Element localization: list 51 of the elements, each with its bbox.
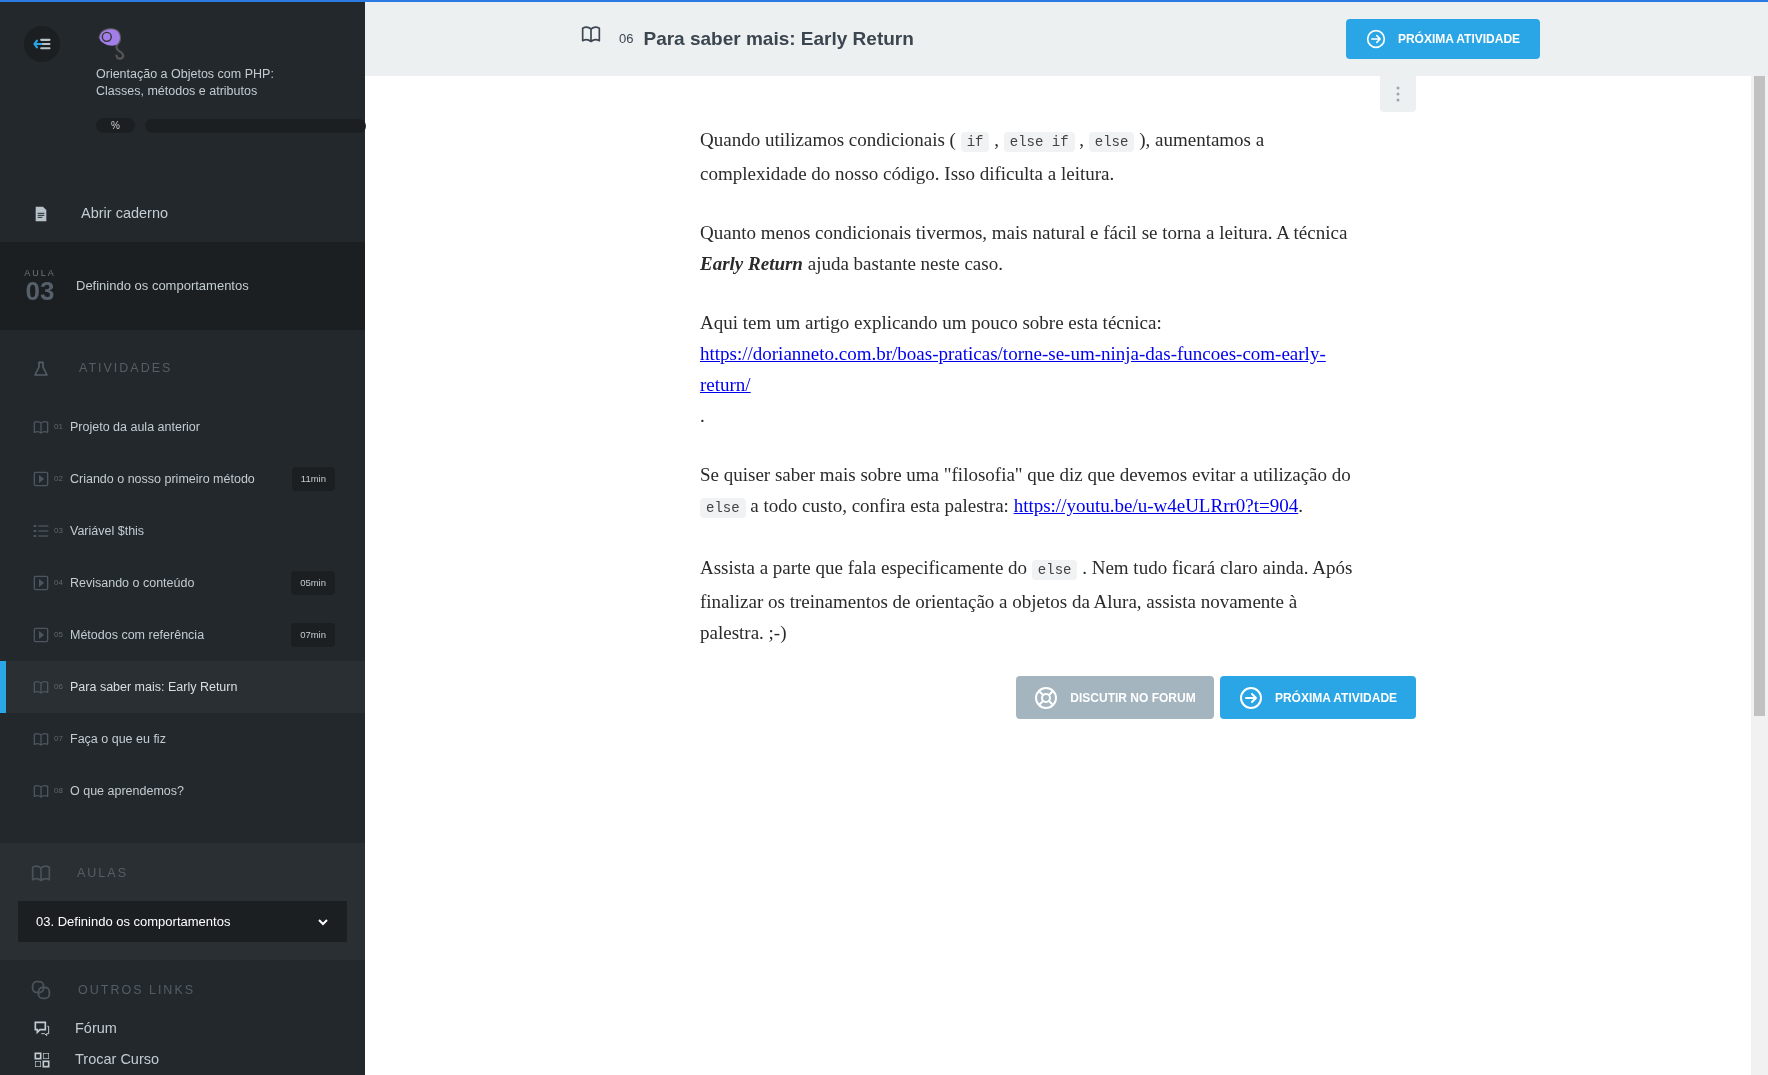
activity-item[interactable]: 02 Criando o nosso primeiro método 11min bbox=[0, 453, 365, 506]
lifebuoy-icon bbox=[1034, 685, 1059, 710]
inline-code: if bbox=[960, 132, 990, 152]
sidebar-link[interactable]: Trocar Curso bbox=[0, 1044, 365, 1075]
vertical-dots-icon bbox=[1396, 86, 1400, 102]
paragraph: Se quiser saber mais sobre uma "filosofia" que diz que devemos evitar a utilização do else a todo custo, confira esta palestra: https://youtu.be/u-w4eULRrr0?t=904. bbox=[700, 463, 1352, 520]
inline-code: else if bbox=[1003, 132, 1075, 152]
activity-item[interactable]: 04 Revisando o conteúdo 05min bbox=[0, 557, 365, 610]
scrollbar[interactable] bbox=[1751, 76, 1768, 1075]
book-icon bbox=[31, 863, 51, 884]
section-heading: ATIVIDADES bbox=[79, 360, 173, 378]
link[interactable]: https://dorianneto.com.br/boas-praticas/torne-se-um-ninja-das-funcoes-com-early-return/ bbox=[700, 338, 1365, 400]
book-icon bbox=[33, 731, 49, 748]
play-icon bbox=[33, 471, 49, 488]
book-icon bbox=[33, 679, 49, 696]
paragraph: Quanto menos condicionais tivermos, mais natural e fácil se torna a leitura. A técnica Early Return ajuda bastante neste caso. bbox=[700, 221, 1349, 276]
inline-code: else bbox=[700, 498, 746, 518]
activity-number: 06 bbox=[619, 30, 634, 49]
arrow-right-circle-icon bbox=[1365, 29, 1386, 49]
linked-squares-icon bbox=[31, 979, 51, 1000]
activity-title: Para saber mais: Early Return bbox=[643, 26, 915, 51]
inline-code: else bbox=[1088, 132, 1135, 152]
notebook-link[interactable]: Abrir caderno bbox=[0, 194, 365, 235]
paragraph: Aqui tem um artigo explicando um pouco sobre esta técnica: https://dorianneto.com.br/boas-praticas/torne-se-um-ninja-das-funcoes-com-early-return/ . bbox=[700, 307, 1365, 431]
collapse-menu-button[interactable] bbox=[24, 26, 60, 62]
lesson-select[interactable]: 03. Definindo os comportamentos bbox=[18, 901, 347, 943]
duration-badge: 11min bbox=[291, 466, 335, 492]
paragraph: Quando utilizamos condicionais ( if , else if , else ), aumentamos a complexidade do nosso código. Isso dificulta a leitura. bbox=[700, 128, 1266, 186]
paragraph: Assista a parte que fala especificamente do else . Nem tudo ficará claro ainda. Após finalizar os treinamentos de orientação a objetos da Alura, assista novamente à palestra. ;-) bbox=[700, 556, 1354, 645]
lesson-overline: AULA bbox=[24, 268, 56, 279]
play-icon bbox=[33, 627, 49, 644]
more-options-button[interactable] bbox=[1380, 76, 1416, 112]
book-icon bbox=[33, 419, 49, 436]
chat-icon bbox=[34, 1021, 50, 1038]
arrow-right-circle-icon bbox=[1238, 685, 1263, 710]
link[interactable]: https://youtu.be/u-w4eULRrr0?t=904 bbox=[1013, 495, 1299, 516]
inline-code: else bbox=[1031, 560, 1078, 580]
book-icon bbox=[33, 783, 49, 800]
play-icon bbox=[33, 575, 49, 592]
activity-item[interactable]: 05 Métodos com referência 07min bbox=[0, 609, 365, 662]
lesson-number: 03 bbox=[25, 278, 55, 305]
grid-icon bbox=[34, 1051, 50, 1068]
progress-badge: % bbox=[96, 118, 135, 133]
duration-badge: 05min bbox=[291, 570, 335, 596]
course-title: Orientação a Objetos com PHP: Classes, métodos e atributos bbox=[96, 66, 275, 100]
sidebar-link[interactable]: Fórum bbox=[0, 1013, 365, 1045]
book-icon bbox=[581, 24, 601, 44]
duration-badge: 07min bbox=[291, 622, 335, 648]
list-icon bbox=[33, 523, 49, 540]
lesson-title: Definindo os comportamentos bbox=[76, 277, 249, 296]
section-heading: OUTROS LINKS bbox=[78, 981, 196, 999]
